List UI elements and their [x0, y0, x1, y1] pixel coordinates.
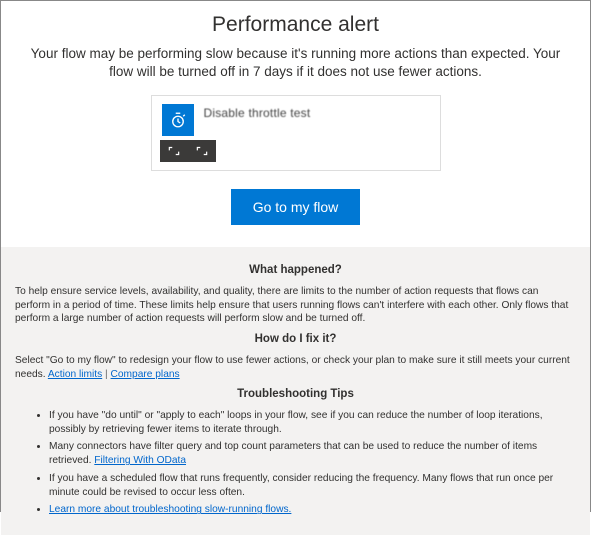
flow-toolbar	[160, 140, 216, 162]
what-happened-body: To help ensure service levels, availabil…	[15, 285, 576, 326]
info-panel: What happened? To help ensure service le…	[1, 247, 590, 535]
list-item: If you have a scheduled flow that runs f…	[49, 472, 576, 500]
flow-name: Disable throttle test	[204, 104, 311, 120]
compare-plans-link[interactable]: Compare plans	[111, 369, 180, 380]
list-item: If you have "do until" or "apply to each…	[49, 409, 576, 437]
filtering-odata-link[interactable]: Filtering With OData	[94, 455, 186, 466]
expand-icon[interactable]	[188, 140, 216, 162]
what-happened-heading: What happened?	[15, 263, 576, 279]
tips-heading: Troubleshooting Tips	[15, 387, 576, 403]
tips-list: If you have "do until" or "apply to each…	[15, 409, 576, 517]
page-title: Performance alert	[19, 13, 572, 37]
link-separator: |	[102, 369, 110, 380]
list-item: Learn more about troubleshooting slow-ru…	[49, 503, 576, 517]
collapse-icon[interactable]	[160, 140, 188, 162]
list-item: Many connectors have filter query and to…	[49, 440, 576, 468]
go-to-my-flow-button[interactable]: Go to my flow	[231, 189, 361, 225]
learn-more-link[interactable]: Learn more about troubleshooting slow-ru…	[49, 504, 291, 515]
flow-card: Disable throttle test	[151, 95, 441, 171]
how-fix-body: Select "Go to my flow" to redesign your …	[15, 354, 576, 382]
action-limits-link[interactable]: Action limits	[48, 369, 102, 380]
how-fix-heading: How do I fix it?	[15, 332, 576, 348]
schedule-icon	[162, 104, 194, 136]
page-subtitle: Your flow may be performing slow because…	[19, 45, 572, 81]
